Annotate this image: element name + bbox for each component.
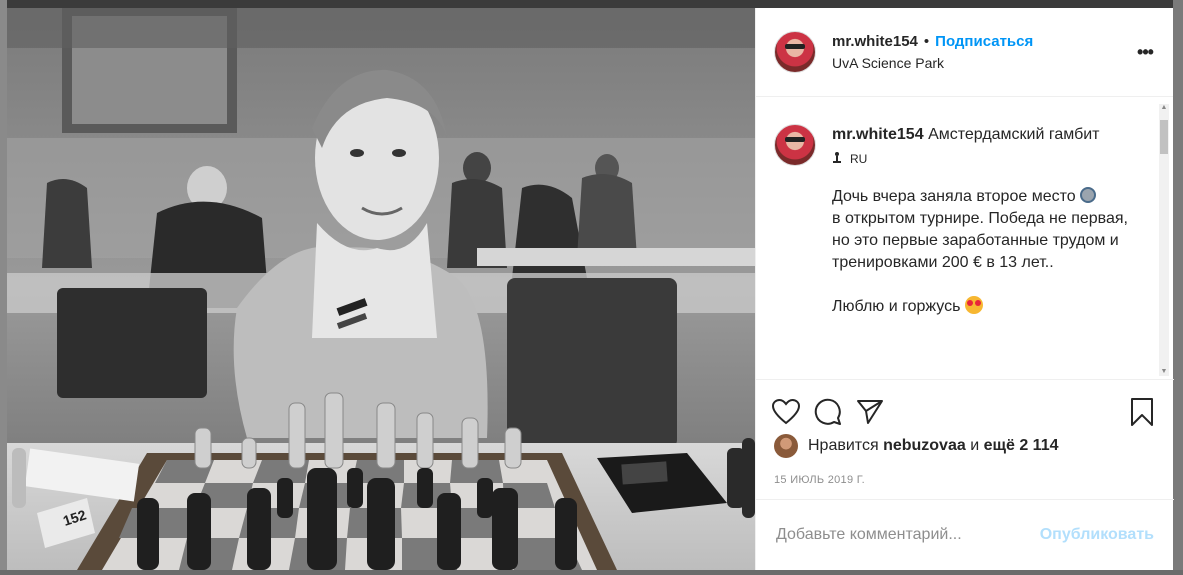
caption-body: mr.white154 Амстердамский гамбит RU Дочь… bbox=[832, 124, 1132, 318]
heart-icon[interactable] bbox=[770, 396, 802, 428]
share-icon[interactable] bbox=[854, 396, 886, 428]
post-photo[interactable]: 152 bbox=[7, 8, 755, 570]
more-options-icon[interactable]: ••• bbox=[1133, 42, 1157, 63]
caption-translate-row: RU bbox=[832, 148, 1132, 170]
translate-icon[interactable] bbox=[832, 148, 842, 170]
caption-text: Дочь вчера заняла второе место в открыто… bbox=[832, 186, 1132, 318]
comment-input[interactable] bbox=[776, 526, 1040, 544]
caption-line-3: Люблю и горжусь bbox=[832, 298, 961, 315]
scroll-thumb[interactable] bbox=[1160, 120, 1168, 154]
caption-title: Амстердамский гамбит bbox=[928, 126, 1100, 143]
backdrop-strip-top bbox=[0, 0, 1183, 8]
follow-button[interactable]: Подписаться bbox=[935, 33, 1033, 50]
caption-header: mr.white154 Амстердамский гамбит bbox=[832, 124, 1132, 146]
action-icons-row bbox=[756, 380, 1174, 432]
scroll-up-arrow-icon[interactable]: ▲ bbox=[1160, 104, 1168, 112]
lightbox-backdrop[interactable]: 152 mr.white154 • Подписаться UvA Scienc… bbox=[0, 0, 1183, 575]
liker-username[interactable]: nebuzovaa bbox=[883, 437, 966, 455]
chess-tournament-photo: 152 bbox=[7, 8, 755, 570]
backdrop-strip-left bbox=[0, 0, 7, 575]
publish-button[interactable]: Опубликовать bbox=[1040, 526, 1154, 544]
caption-line-1: Дочь вчера заняла второе место bbox=[832, 188, 1076, 205]
likes-prefix: Нравится bbox=[808, 437, 879, 454]
caption: mr.white154 Амстердамский гамбит RU Дочь… bbox=[756, 98, 1174, 318]
post-header: mr.white154 • Подписаться UvA Science Pa… bbox=[756, 8, 1173, 97]
caption-line-2: в открытом турнире. Победа не первая, но… bbox=[832, 210, 1133, 271]
likes-count[interactable]: ещё 2 114 bbox=[984, 437, 1059, 455]
scroll-down-arrow-icon[interactable]: ▼ bbox=[1160, 368, 1168, 376]
post-side-panel: mr.white154 • Подписаться UvA Science Pa… bbox=[755, 8, 1174, 570]
comments-scrollbar[interactable]: ▲ ▼ bbox=[1159, 104, 1169, 376]
post-date[interactable]: 15 ИЮЛЬ 2019 Г. bbox=[756, 474, 1174, 486]
liker-avatar[interactable] bbox=[774, 434, 798, 458]
bookmark-icon[interactable] bbox=[1126, 396, 1158, 428]
header-separator: • bbox=[923, 33, 930, 50]
heart-eyes-emoji-icon bbox=[964, 296, 983, 314]
likes-row: Нравится nebuzovaa и ещё 2 114 bbox=[756, 434, 1174, 458]
comments-scroll-area[interactable]: mr.white154 Амстердамский гамбит RU Дочь… bbox=[756, 98, 1174, 378]
post-modal: 152 mr.white154 • Подписаться UvA Scienc… bbox=[7, 8, 1174, 570]
medal-emoji-icon bbox=[1080, 187, 1097, 203]
backdrop-strip-bottom bbox=[0, 570, 1183, 575]
caption-author-avatar[interactable] bbox=[774, 124, 816, 166]
caption-username[interactable]: mr.white154 bbox=[832, 126, 924, 143]
author-username[interactable]: mr.white154 bbox=[832, 33, 918, 50]
post-header-row: mr.white154 • Подписаться bbox=[832, 33, 1133, 50]
likes-connector: и bbox=[970, 437, 980, 454]
post-header-text: mr.white154 • Подписаться UvA Science Pa… bbox=[832, 33, 1133, 71]
comment-composer: Опубликовать bbox=[756, 499, 1174, 570]
comment-icon[interactable] bbox=[812, 396, 844, 428]
post-location[interactable]: UvA Science Park bbox=[832, 55, 1133, 71]
backdrop-strip-right bbox=[1173, 0, 1183, 575]
caption-language[interactable]: RU bbox=[850, 148, 867, 170]
author-avatar[interactable] bbox=[774, 31, 816, 73]
post-actions: Нравится nebuzovaa и ещё 2 114 15 ИЮЛЬ 2… bbox=[756, 379, 1174, 499]
